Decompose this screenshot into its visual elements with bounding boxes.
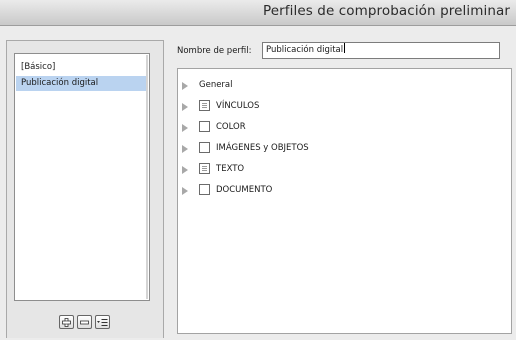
texto-checkbox[interactable] <box>199 163 210 174</box>
tree-row-texto[interactable]: TEXTO <box>178 163 478 177</box>
tree-row-imagenes-objetos[interactable]: IMÁGENES y OBJETOS <box>178 142 478 156</box>
tree-label-texto: TEXTO <box>216 164 245 174</box>
expand-triangle-icon[interactable] <box>182 103 188 111</box>
tree-label-vinculos: VÍNCULOS <box>216 101 260 111</box>
title-bar: Perfiles de comprobación preliminar <box>0 0 516 26</box>
text-caret <box>344 43 346 53</box>
delete-profile-button[interactable] <box>77 315 92 329</box>
new-profile-button[interactable] <box>59 315 74 329</box>
profile-item-publicacion-digital[interactable]: Publicación digital <box>16 76 147 91</box>
tree-row-vinculos[interactable]: VÍNCULOS <box>178 100 478 114</box>
new-profile-icon <box>62 317 71 327</box>
tree-row-color[interactable]: COLOR <box>178 121 478 135</box>
profile-menu-icon <box>97 318 108 326</box>
color-checkbox[interactable] <box>199 121 210 132</box>
delete-profile-icon <box>80 320 89 324</box>
tree-label-documento: DOCUMENTO <box>216 185 273 195</box>
profile-list-scrollbar[interactable] <box>146 55 148 299</box>
profile-name-value: Publicación digital <box>266 45 344 55</box>
documento-checkbox[interactable] <box>199 184 210 195</box>
vinculos-checkbox[interactable] <box>199 100 210 111</box>
tree-row-general[interactable]: General <box>178 79 478 93</box>
tree-row-documento[interactable]: DOCUMENTO <box>178 184 478 198</box>
expand-triangle-icon[interactable] <box>182 187 188 195</box>
expand-triangle-icon[interactable] <box>182 145 188 153</box>
profile-name-input[interactable]: Publicación digital <box>262 42 500 59</box>
expand-triangle-icon[interactable] <box>182 82 188 90</box>
tree-label-color: COLOR <box>216 122 246 132</box>
check-tree: General VÍNCULOS COLOR IMÁGENES y OBJETO… <box>177 68 512 334</box>
profile-menu-button[interactable] <box>95 315 110 329</box>
profile-name-label: Nombre de perfil: <box>177 46 252 56</box>
profile-list[interactable]: [Básico] Publicación digital <box>14 53 150 301</box>
window-title: Perfiles de comprobación preliminar <box>262 3 510 19</box>
expand-triangle-icon[interactable] <box>182 166 188 174</box>
tree-label-general: General <box>199 80 233 90</box>
expand-triangle-icon[interactable] <box>182 124 188 132</box>
tree-label-imagenes-objetos: IMÁGENES y OBJETOS <box>216 143 309 153</box>
profile-item-basico[interactable]: [Básico] <box>16 60 147 75</box>
imagenes-objetos-checkbox[interactable] <box>199 142 210 153</box>
